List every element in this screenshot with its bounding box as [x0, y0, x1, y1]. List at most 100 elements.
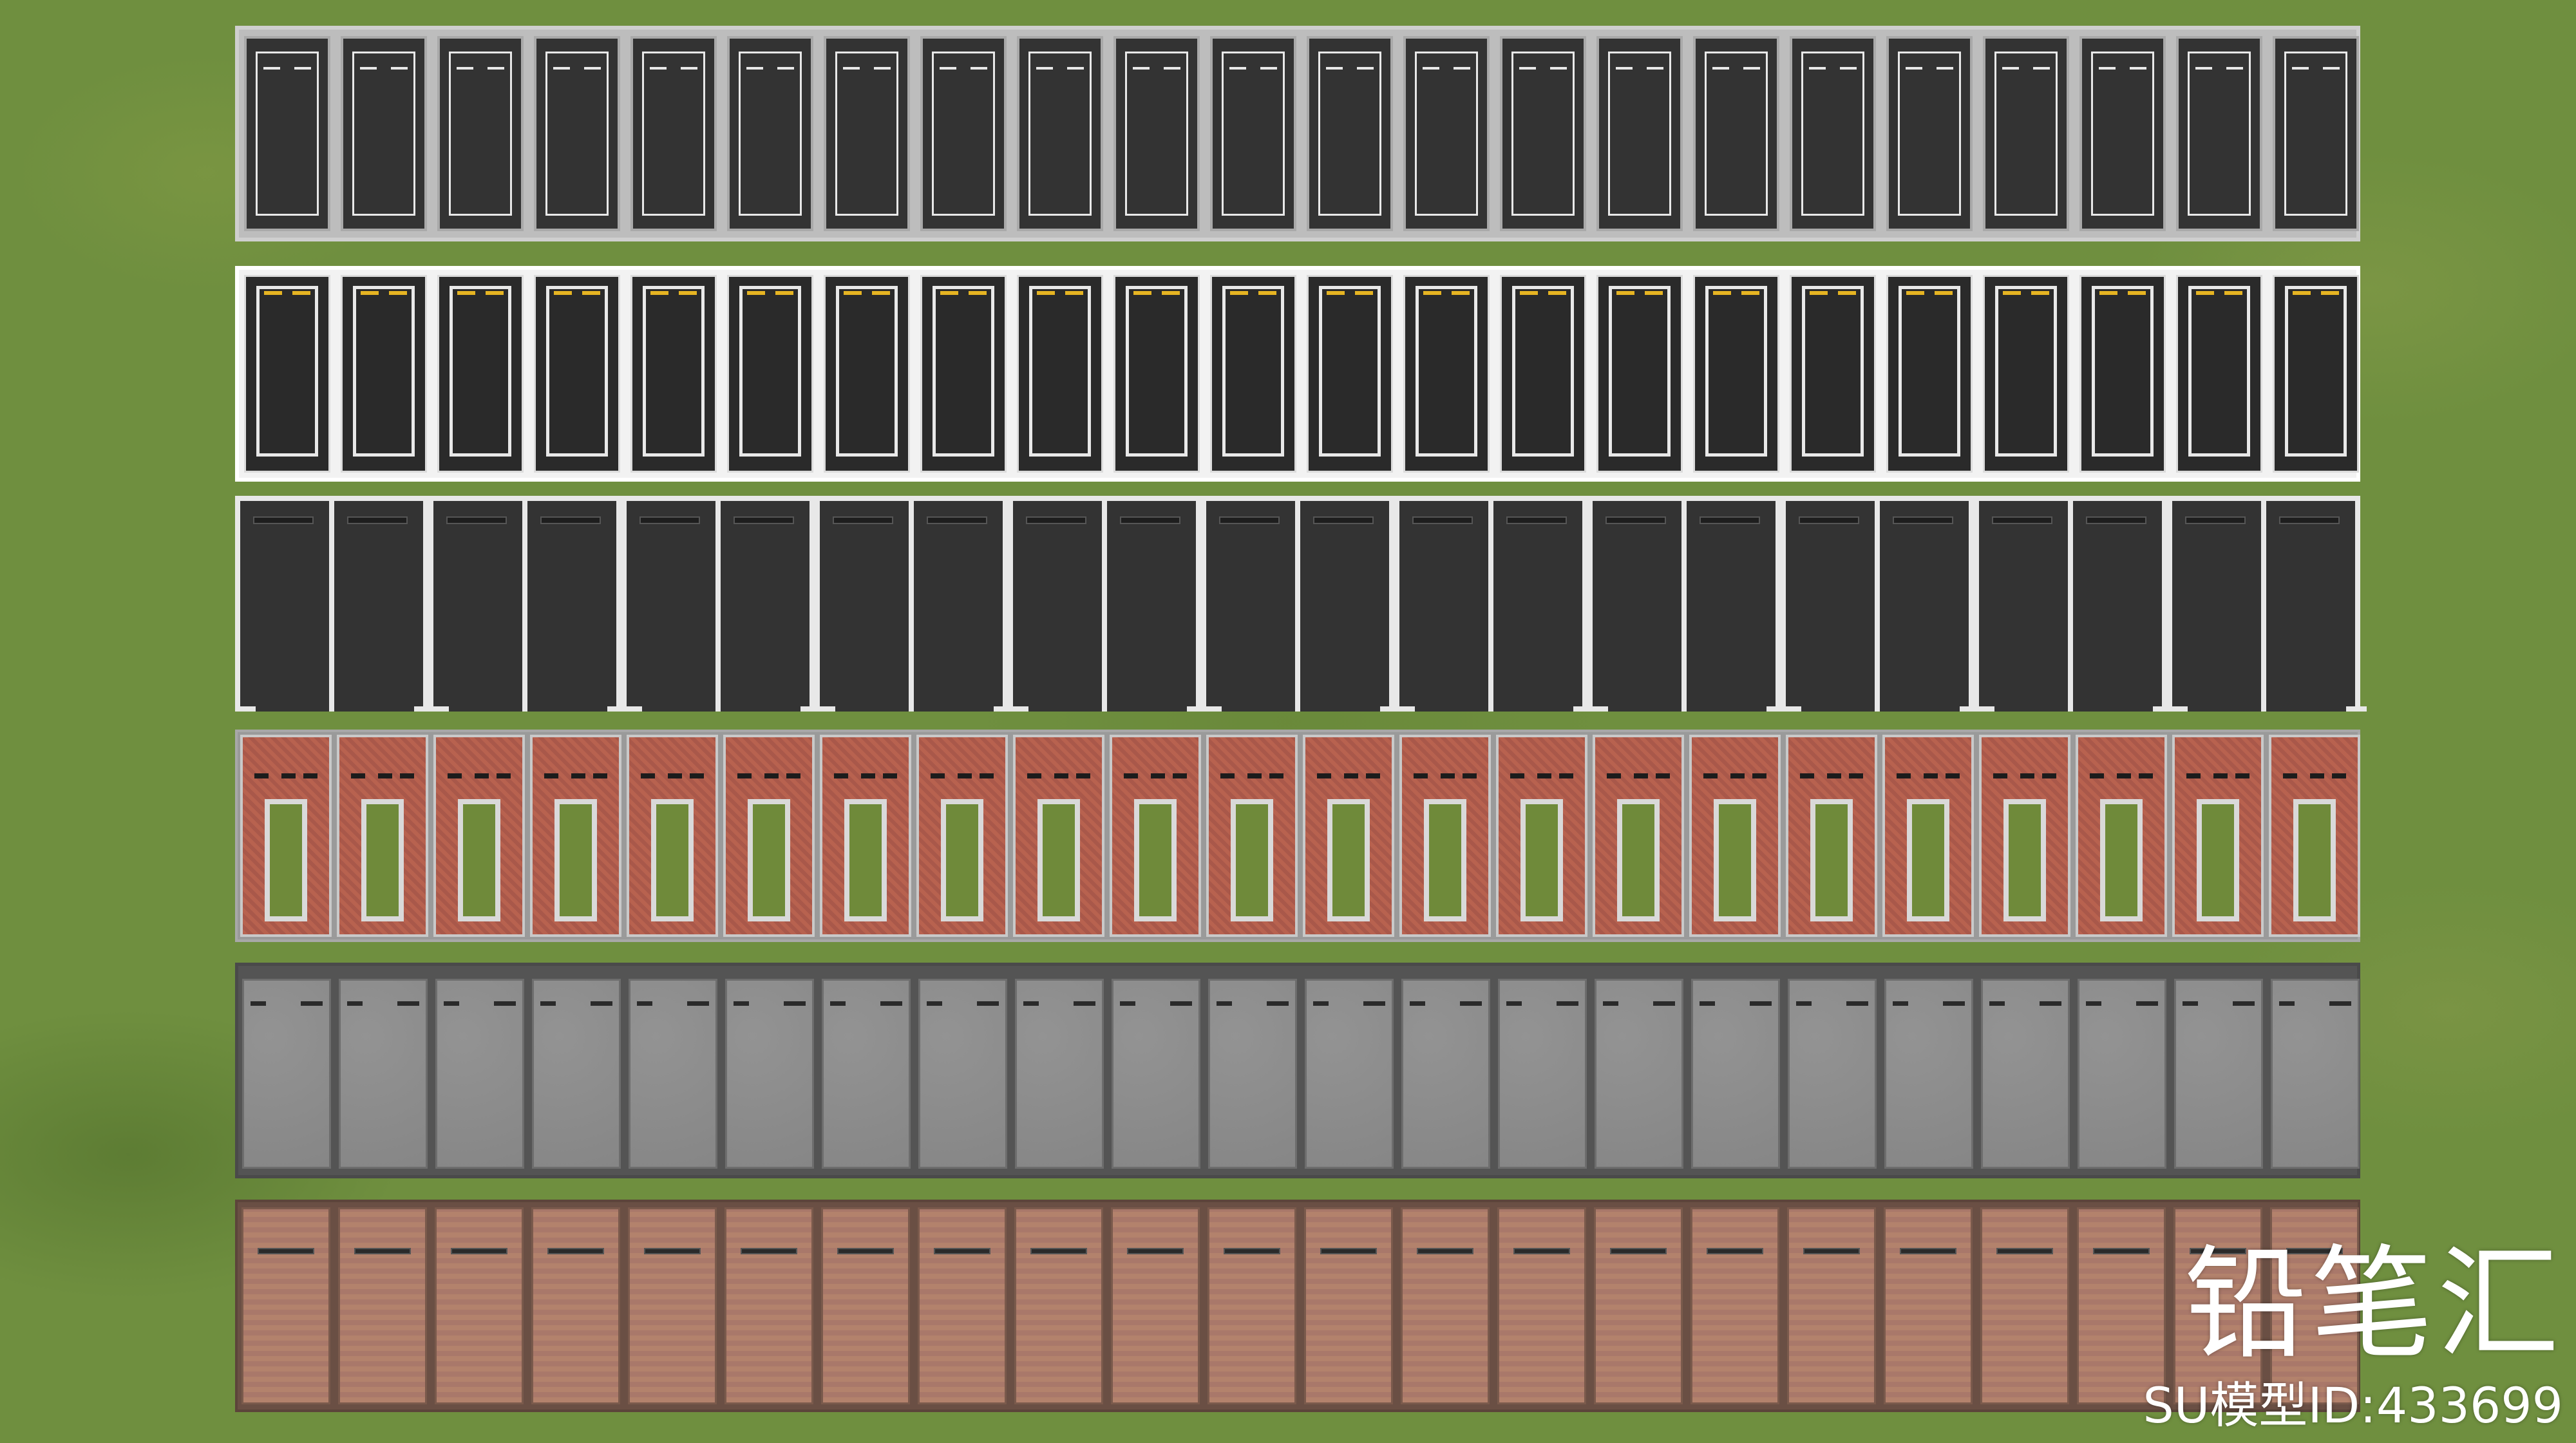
dash-mark	[1906, 67, 1922, 70]
parking-space	[435, 979, 524, 1169]
wheel-stop	[347, 516, 408, 524]
wheel-stop-mark	[1827, 773, 1841, 778]
parking-space	[1790, 275, 1876, 473]
parking-space	[2172, 735, 2264, 937]
dash-mark	[391, 67, 408, 70]
wheel-stop-mark	[400, 773, 414, 778]
yellow-mark	[264, 291, 282, 295]
parking-space	[428, 496, 525, 712]
grass-ring	[1327, 799, 1370, 921]
wheel-stop	[1412, 516, 1473, 524]
grass-ring	[554, 799, 597, 921]
grass-ring	[941, 799, 983, 921]
dash-mark	[1229, 67, 1246, 70]
yellow-mark	[389, 291, 407, 295]
parking-space	[244, 275, 330, 473]
parking-space	[1008, 496, 1104, 712]
wheel-stop-mark	[1653, 1001, 1675, 1006]
parking-space	[1594, 1207, 1683, 1404]
parking-space	[1882, 735, 1974, 937]
inner-line	[836, 286, 898, 457]
parking-space	[1014, 1207, 1103, 1404]
parking-space	[1787, 1207, 1876, 1404]
wheel-stop-mark	[2279, 1001, 2295, 1006]
parking-space	[1587, 496, 1684, 712]
parking-space	[1786, 735, 1877, 937]
dash-mark	[2033, 67, 2050, 70]
wheel-stop-mark	[1700, 1001, 1715, 1006]
parking-space	[2070, 496, 2174, 712]
parking-space	[1208, 1207, 1296, 1404]
parking-space	[1307, 275, 1393, 473]
yellow-mark	[1616, 291, 1634, 295]
line-foot	[428, 706, 449, 712]
parking-space	[1690, 1207, 1779, 1404]
grass-ring	[2003, 799, 2046, 921]
wheel-stop	[354, 1248, 411, 1254]
parking-space	[2273, 36, 2359, 231]
dash-mark	[553, 67, 570, 70]
wheel-stop-mark	[927, 1001, 942, 1006]
wheel-stop	[1992, 516, 2052, 524]
parking-space	[1684, 496, 1787, 712]
inner-line	[1705, 52, 1768, 216]
wheel-stop-mark	[1313, 1001, 1329, 1006]
yellow-mark	[2293, 291, 2311, 295]
wheel-stop-mark	[764, 773, 779, 778]
wheel-stop	[540, 516, 601, 524]
wheel-stop	[1700, 516, 1760, 524]
wheel-stop	[741, 1248, 797, 1254]
parking-space	[920, 275, 1007, 473]
dash-mark	[457, 67, 473, 70]
dash-mark	[2130, 67, 2146, 70]
wheel-stop	[446, 516, 507, 524]
parking-space	[534, 275, 620, 473]
parking-space	[1983, 275, 2069, 473]
inner-line	[1222, 52, 1285, 216]
wheel-stop	[837, 1248, 894, 1254]
wheel-stop	[639, 516, 700, 524]
inner-line	[1126, 286, 1188, 457]
inner-line	[1899, 286, 1960, 457]
yellow-mark	[292, 291, 310, 295]
wheel-stop-mark	[397, 1001, 419, 1006]
parking-space	[532, 979, 621, 1169]
line-foot	[621, 706, 642, 712]
parking-space	[1017, 36, 1103, 231]
parking-space	[1210, 275, 1296, 473]
line-foot	[1008, 706, 1028, 712]
wheel-stop-mark	[1603, 1001, 1618, 1006]
dash-mark	[1260, 67, 1277, 70]
grass-ring	[265, 799, 307, 921]
wheel-stop-mark	[2329, 1001, 2351, 1006]
parking-space	[2271, 979, 2360, 1169]
parking-space	[339, 979, 428, 1169]
parking-space	[1596, 275, 1683, 473]
parking-row-asphalt-yellow	[235, 266, 2360, 482]
line-foot	[1974, 706, 1994, 712]
dash-mark	[1809, 67, 1826, 70]
yellow-mark	[747, 291, 765, 295]
wheel-stop	[547, 1248, 604, 1254]
parking-space	[534, 36, 620, 231]
wheel-stop-mark	[251, 1001, 266, 1006]
yellow-mark	[1741, 291, 1759, 295]
wheel-stop	[1605, 516, 1666, 524]
parking-space	[437, 36, 524, 231]
wheel-stop	[2086, 516, 2146, 524]
yellow-mark	[872, 291, 890, 295]
yellow-mark	[969, 291, 987, 295]
wheel-stop	[1219, 516, 1280, 524]
parking-space	[1886, 275, 1973, 473]
parking-space	[920, 36, 1007, 231]
yellow-mark	[457, 291, 475, 295]
watermark-model-id: SU模型ID:433699	[2143, 1377, 2563, 1434]
dash-mark	[650, 67, 667, 70]
yellow-mark	[1810, 291, 1828, 295]
parking-space	[2078, 979, 2166, 1169]
inner-line	[1318, 52, 1381, 216]
wheel-stop-mark	[1557, 1001, 1578, 1006]
line-foot	[815, 706, 835, 712]
dash-mark	[1164, 67, 1180, 70]
inner-line	[1319, 286, 1381, 457]
